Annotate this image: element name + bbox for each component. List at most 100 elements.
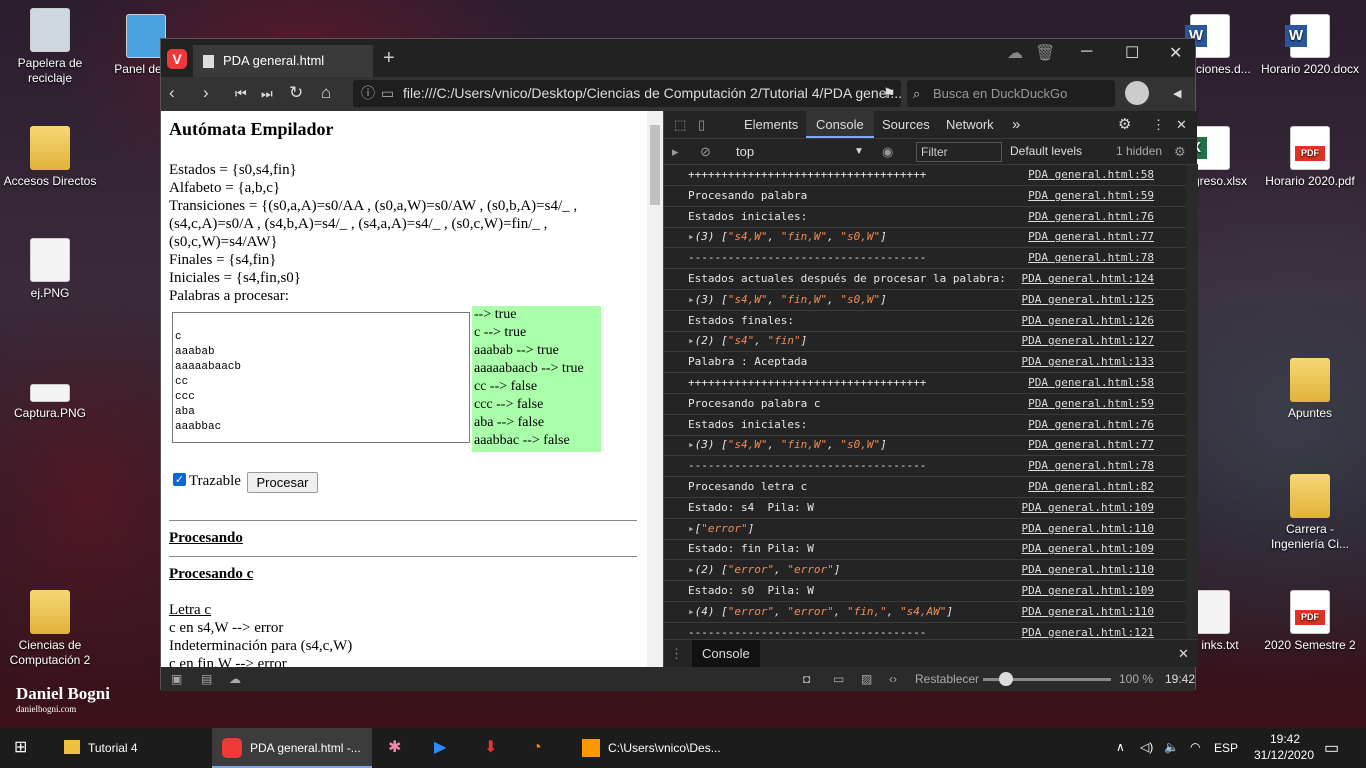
trash-icon[interactable]: 🗑 [1035, 43, 1055, 63]
rewind-icon[interactable]: ⏮ [235, 86, 247, 102]
taskbar-item-vivaldi[interactable]: PDA general.html -... [212, 728, 372, 768]
source-link[interactable]: PDA general.html:59 [1028, 394, 1154, 414]
settings-gear-icon[interactable]: ⚙ [1118, 111, 1131, 138]
slack-icon[interactable]: ✱ [388, 728, 401, 768]
source-link[interactable]: PDA general.html:109 [1022, 498, 1154, 518]
device-toolbar-icon[interactable]: ▯ [698, 111, 705, 138]
desktop-icon-ej-png[interactable]: ej.PNG [0, 238, 100, 301]
clear-console-icon[interactable]: ⊘ [700, 139, 711, 166]
zoom-slider-handle[interactable] [999, 672, 1013, 686]
console-array[interactable]: ▸(4) ["error", "error", "fin,", "s4,AW"] [688, 602, 953, 622]
source-link[interactable]: PDA general.html:110 [1022, 519, 1154, 539]
eye-icon[interactable]: ◉ [882, 139, 893, 166]
back-icon[interactable]: ‹ [169, 83, 175, 103]
fast-forward-icon[interactable]: ⏭ [261, 86, 273, 102]
source-link[interactable]: PDA general.html:126 [1022, 311, 1154, 331]
drawer-tab-console[interactable]: Console [692, 640, 760, 667]
address-bar[interactable]: ⓘ ▭ file:///C:/Users/vnico/Desktop/Cienc… [353, 80, 901, 107]
bookmark-icon[interactable]: ⚑ [883, 85, 896, 102]
source-link[interactable]: PDA general.html:109 [1022, 539, 1154, 559]
source-link[interactable]: PDA general.html:58 [1028, 165, 1154, 185]
vivaldi-logo-icon[interactable]: V [167, 49, 187, 69]
source-link[interactable]: PDA general.html:110 [1022, 560, 1154, 580]
context-select[interactable]: top [736, 139, 754, 166]
console-settings-icon[interactable]: ⚙ [1174, 139, 1186, 166]
console-array[interactable]: ▸(3) ["s4,W", "fin,W", "s0,W"] [688, 435, 887, 455]
close-button[interactable]: ✕ [1169, 43, 1182, 63]
source-link[interactable]: PDA general.html:82 [1028, 477, 1154, 497]
code-icon[interactable]: ‹› [889, 667, 897, 691]
expand-arrow-icon[interactable]: ▸ [688, 522, 695, 535]
tab-pda-general[interactable]: PDA general.html [193, 45, 373, 77]
source-link[interactable]: PDA general.html:133 [1022, 352, 1154, 372]
minimize-button[interactable]: ─ [1081, 43, 1092, 61]
desktop-icon-captura-png[interactable]: Captura.PNG [0, 376, 100, 421]
notifications-icon[interactable]: ▭ [1324, 738, 1339, 758]
panel-icon[interactable]: ▣ [171, 667, 182, 691]
close-drawer-icon[interactable]: ✕ [1178, 640, 1189, 667]
download-app-icon[interactable]: ⬇ [484, 728, 497, 768]
taskbar-time[interactable]: 19:42 [1262, 732, 1308, 746]
expand-arrow-icon[interactable]: ▸ [688, 230, 695, 243]
source-link[interactable]: PDA general.html:58 [1028, 373, 1154, 393]
words-textarea[interactable] [172, 312, 470, 443]
console-array[interactable]: ▸(3) ["s4,W", "fin,W", "s0,W"] [688, 227, 887, 247]
site-info-icon[interactable]: ⓘ [361, 80, 375, 107]
scroll-thumb[interactable] [650, 125, 660, 205]
console-array[interactable]: ▸(3) ["s4,W", "fin,W", "s0,W"] [688, 290, 887, 310]
desktop-icon-ciencias[interactable]: Ciencias de Computación 2 [0, 590, 100, 668]
language-indicator[interactable]: ESP [1214, 741, 1238, 755]
tab-network[interactable]: Network [946, 111, 994, 138]
procesar-button[interactable]: Procesar [247, 472, 318, 493]
trazable-checkbox[interactable]: ✓ [173, 473, 186, 486]
app-icon[interactable]: ◔ [532, 728, 542, 768]
new-tab-icon[interactable]: + [383, 48, 395, 68]
image-icon[interactable]: ▨ [861, 667, 872, 691]
desktop-icon-carrera[interactable]: Carrera - Ingeniería Ci... [1260, 474, 1360, 552]
more-tabs-icon[interactable]: » [1012, 111, 1020, 138]
inspect-icon[interactable]: ⬚ [674, 111, 686, 138]
tray-chevron-icon[interactable]: ∧ [1116, 740, 1125, 754]
panel-toggle-icon[interactable]: ◀ [1173, 87, 1181, 100]
tab-elements[interactable]: Elements [744, 111, 798, 138]
desktop-icon-recycle-bin[interactable]: Papelera de reciclaje [0, 8, 100, 86]
desktop-icon-horario-pdf[interactable]: Horario 2020.pdf [1260, 126, 1360, 189]
window-icon[interactable]: ▭ [833, 667, 844, 691]
zoom-level[interactable]: 100 % [1119, 667, 1153, 691]
more-options-icon[interactable]: ⋮ [1152, 111, 1165, 138]
source-link[interactable]: PDA general.html:110 [1022, 602, 1154, 622]
windows-start-icon[interactable]: ⊞ [14, 728, 27, 768]
zoom-icon[interactable]: ▶ [434, 728, 446, 768]
source-link[interactable]: PDA general.html:127 [1022, 331, 1154, 351]
expand-arrow-icon[interactable]: ▸ [688, 293, 695, 306]
source-link[interactable]: PDA general.html:77 [1028, 435, 1154, 455]
taskbar-item-sublime[interactable]: C:\Users\vnico\Des... [574, 728, 734, 768]
console-array[interactable]: ▸(2) ["error", "error"] [688, 560, 840, 580]
expand-arrow-icon[interactable]: ▸ [688, 563, 695, 576]
expand-arrow-icon[interactable]: ▸ [688, 438, 695, 451]
volume-icon[interactable]: ◁) [1140, 740, 1153, 754]
tab-sources[interactable]: Sources [882, 111, 930, 138]
desktop-icon-horario-docx[interactable]: Horario 2020.docx [1260, 14, 1360, 77]
tiling-icon[interactable]: ▤ [201, 667, 212, 691]
capture-icon[interactable]: ◘ [803, 667, 810, 691]
taskbar-item-tutorial4[interactable]: Tutorial 4 [52, 728, 208, 768]
source-link[interactable]: PDA general.html:78 [1028, 456, 1154, 476]
source-link[interactable]: PDA general.html:59 [1028, 186, 1154, 206]
home-icon[interactable]: ⌂ [321, 83, 331, 103]
expand-arrow-icon[interactable]: ▸ [688, 605, 695, 618]
drawer-menu-icon[interactable]: ⋮ [670, 640, 683, 667]
filter-input[interactable]: Filter [916, 142, 1002, 162]
wifi-icon[interactable]: ◠ [1190, 740, 1200, 754]
console-array[interactable]: ▸(2) ["s4", "fin"] [688, 331, 807, 351]
source-link[interactable]: PDA general.html:76 [1028, 415, 1154, 435]
source-link[interactable]: PDA general.html:78 [1028, 248, 1154, 268]
levels-select[interactable]: Default levels [1010, 139, 1082, 166]
close-devtools-icon[interactable]: ✕ [1176, 111, 1187, 138]
source-link[interactable]: PDA general.html:125 [1022, 290, 1154, 310]
taskbar-date[interactable]: 31/12/2020 [1248, 748, 1320, 762]
speaker-icon[interactable]: 🔈 [1164, 740, 1179, 754]
tab-console[interactable]: Console [806, 111, 874, 138]
sidebar-toggle-icon[interactable]: ▸ [672, 139, 679, 166]
reload-icon[interactable]: ↻ [289, 83, 303, 103]
